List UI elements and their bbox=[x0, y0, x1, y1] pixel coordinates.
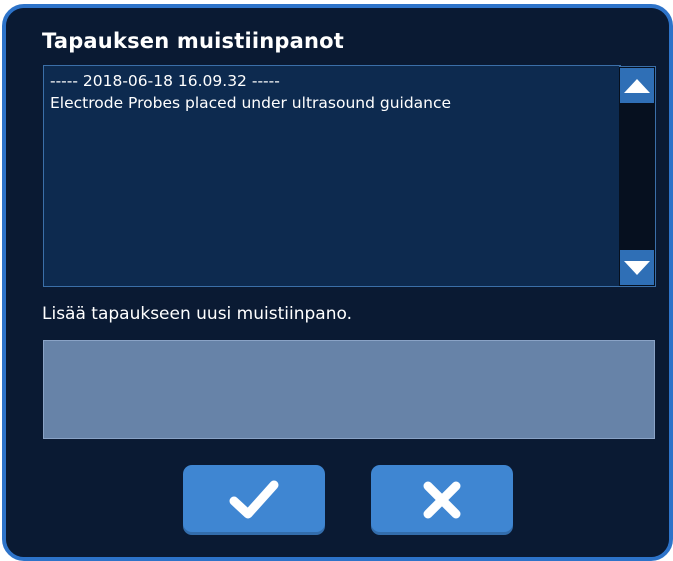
notes-timestamp-line: ----- 2018-06-18 16.09.32 ----- bbox=[50, 72, 280, 90]
add-note-label: Lisää tapaukseen uusi muistiinpano. bbox=[42, 304, 352, 324]
triangle-up-icon bbox=[624, 78, 650, 93]
notes-history-text: ----- 2018-06-18 16.09.32 ----- Electrod… bbox=[50, 70, 612, 114]
notes-scrollbar[interactable] bbox=[619, 66, 656, 287]
case-notes-dialog: Tapauksen muistiinpanot ----- 2018-06-18… bbox=[2, 4, 673, 561]
triangle-down-icon bbox=[624, 260, 650, 275]
cancel-button[interactable] bbox=[371, 465, 513, 535]
notes-history-box[interactable]: ----- 2018-06-18 16.09.32 ----- Electrod… bbox=[43, 65, 621, 287]
scroll-up-button[interactable] bbox=[620, 68, 654, 103]
new-note-input[interactable] bbox=[43, 340, 655, 439]
scroll-down-button[interactable] bbox=[620, 250, 654, 285]
dialog-title: Tapauksen muistiinpanot bbox=[42, 29, 345, 53]
confirm-button[interactable] bbox=[183, 465, 325, 535]
dialog-body: Tapauksen muistiinpanot ----- 2018-06-18… bbox=[6, 8, 669, 557]
notes-entry-line: Electrode Probes placed under ultrasound… bbox=[50, 94, 452, 112]
checkmark-icon bbox=[229, 480, 279, 519]
x-icon bbox=[423, 481, 461, 519]
